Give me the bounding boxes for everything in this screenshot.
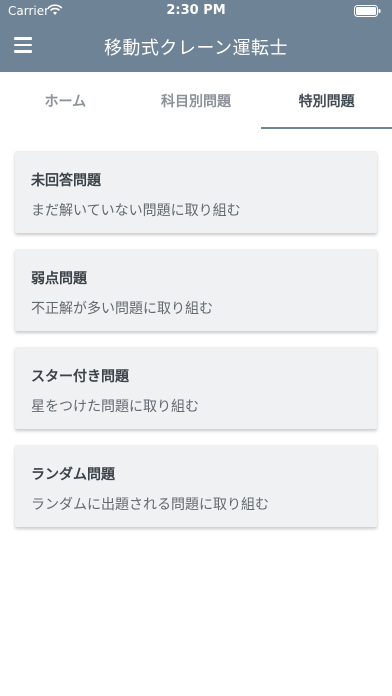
app-title: 移動式クレーン運転士 bbox=[103, 38, 289, 59]
battery-icon bbox=[354, 5, 381, 17]
card-starred[interactable]: スター付き問題 星をつけた問題に取り組む bbox=[15, 347, 377, 429]
card-description: まだ解いていない問題に取り組む bbox=[31, 203, 241, 219]
status-bar: Carrier 2:30 PM bbox=[0, 0, 392, 22]
card-title: スター付き問題 bbox=[31, 369, 129, 385]
card-description: 星をつけた問題に取り組む bbox=[31, 399, 199, 415]
status-time: 2:30 PM bbox=[166, 3, 226, 18]
card-weak-points[interactable]: 弱点問題 不正解が多い問題に取り組む bbox=[15, 249, 377, 331]
tab-home[interactable]: ホーム bbox=[0, 72, 131, 129]
tab-bar: ホーム 科目別問題 特別問題 bbox=[0, 72, 392, 129]
tab-special[interactable]: 特別問題 bbox=[261, 72, 392, 129]
app-header: Carrier 2:30 PM 移動式クレーン運転士 bbox=[0, 0, 392, 72]
card-random[interactable]: ランダム問題 ランダムに出題される問題に取り組む bbox=[15, 445, 377, 527]
card-description: 不正解が多い問題に取り組む bbox=[31, 301, 213, 317]
special-question-list: 未回答問題 まだ解いていない問題に取り組む 弱点問題 不正解が多い問題に取り組む… bbox=[15, 151, 377, 543]
card-title: 弱点問題 bbox=[31, 271, 87, 287]
card-title: 未回答問題 bbox=[31, 173, 101, 189]
card-title: ランダム問題 bbox=[31, 467, 115, 483]
tab-by-subject[interactable]: 科目別問題 bbox=[131, 72, 262, 129]
card-description: ランダムに出題される問題に取り組む bbox=[31, 497, 269, 513]
card-unanswered[interactable]: 未回答問題 まだ解いていない問題に取り組む bbox=[15, 151, 377, 233]
